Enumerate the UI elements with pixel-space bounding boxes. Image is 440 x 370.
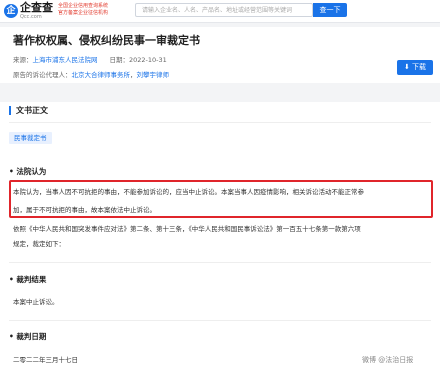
- meta-source-row: 来源：上海市浦东人民法院网 日期：2022-10-31: [13, 54, 167, 64]
- date-label: 日期：: [109, 56, 130, 64]
- download-icon: ⬇: [403, 63, 410, 71]
- judgment-date-text: 二零二二年三月十七日: [13, 356, 78, 364]
- logo-icon[interactable]: 企: [4, 4, 18, 18]
- agent-name-link[interactable]: 刘攀宇律师: [137, 71, 170, 79]
- basis-line-2: 规定，裁定如下：: [13, 240, 65, 248]
- judgment-date-heading: • 裁判日期: [9, 332, 47, 341]
- search-button[interactable]: 查一下: [313, 3, 347, 17]
- top-bar: 企 企查查 Qcc.com 全国企业信用查询系统 官方备案企业征信机构 请输入企…: [0, 0, 440, 23]
- search-input[interactable]: 请输入企业名、人名、产品名、地址或经营范围等关键词: [135, 3, 313, 17]
- opinion-line-2: 加，属于不可抗拒的事由，故本案依法中止诉讼。: [13, 206, 156, 214]
- divider: [9, 262, 431, 263]
- court-opinion-heading: • 法院认为: [9, 167, 47, 176]
- divider: [9, 320, 431, 321]
- certification-text: 全国企业信用查询系统 官方备案企业征信机构: [58, 3, 108, 17]
- meta-agent-row: 原告的诉讼代理人：北京大合律师事务所，刘攀宇律师: [13, 71, 170, 79]
- document-body: 文书正文 民事裁定书 • 法院认为 本院认为，当事人因不可抗拒的事由，不能参加诉…: [0, 102, 440, 370]
- agent-firm-link[interactable]: 北京大合律师事务所: [72, 71, 131, 79]
- download-label: 下载: [412, 63, 427, 71]
- result-text: 本案中止诉讼。: [13, 298, 59, 306]
- result-heading: • 裁判结果: [9, 275, 47, 284]
- weibo-watermark: 微博 @法治日报: [362, 356, 414, 364]
- doc-type-tag[interactable]: 民事裁定书: [9, 132, 52, 144]
- source-label: 来源：: [13, 56, 33, 64]
- section-title: 文书正文: [9, 106, 48, 115]
- document-title: 著作权权属、侵权纠纷民事一审裁定书: [13, 34, 200, 47]
- document-header: 著作权权属、侵权纠纷民事一审裁定书 ⬇ 下载 来源：上海市浦东人民法院网 日期：2…: [0, 27, 440, 83]
- date-value: 2022-10-31: [129, 56, 167, 64]
- source-link[interactable]: 上海市浦东人民法院网: [33, 56, 98, 64]
- opinion-line-1: 本院认为，当事人因不可抗拒的事由，不能参加诉讼的，应当中止诉讼。本案当事人因疫情…: [13, 188, 364, 196]
- brand-url: Qcc.com: [20, 14, 42, 20]
- download-button[interactable]: ⬇ 下载: [397, 60, 433, 75]
- divider: [9, 122, 431, 123]
- cert-line-2: 官方备案企业征信机构: [58, 10, 109, 16]
- basis-line-1: 依照《中华人民共和国突发事件应对法》第二条、第十三条，《中华人民共和国民事诉讼法…: [13, 225, 361, 233]
- brand-name[interactable]: 企查查: [20, 2, 53, 14]
- agent-label: 原告的诉讼代理人：: [13, 71, 72, 79]
- cert-line-1: 全国企业信用查询系统: [58, 3, 109, 9]
